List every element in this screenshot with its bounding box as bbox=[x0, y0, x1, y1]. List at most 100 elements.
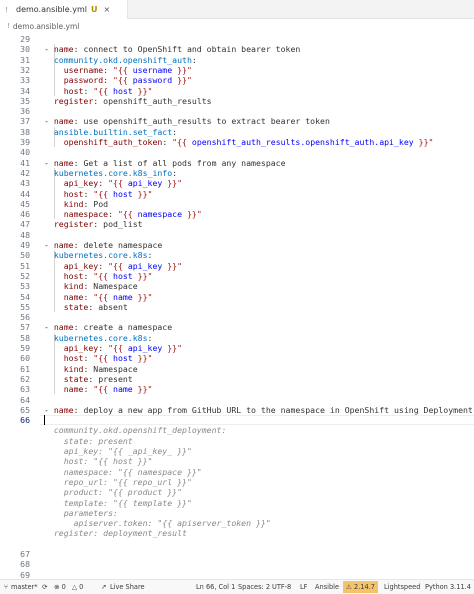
code-line[interactable]: 63 name: "{{ name }}" bbox=[0, 384, 474, 394]
code-line[interactable]: 57 - name: create a namespace bbox=[0, 322, 474, 332]
code-line[interactable]: 58 kubernetes.core.k8s: bbox=[0, 333, 474, 343]
code-token: : bbox=[73, 157, 84, 168]
sync-icon[interactable]: ⟳ bbox=[42, 580, 48, 594]
live-share-button[interactable]: Live Share bbox=[110, 580, 145, 594]
code-line[interactable]: 55 state: absent bbox=[0, 302, 474, 312]
code-line[interactable]: 48 bbox=[0, 230, 474, 240]
error-count[interactable]: ⊗ 0 bbox=[54, 580, 66, 594]
code-token: community.okd.openshift_auth bbox=[53, 54, 192, 65]
code-token: : bbox=[93, 95, 104, 106]
code-token: host bbox=[63, 188, 84, 199]
code-line[interactable]: 46 namespace: "{{ namespace }}" bbox=[0, 209, 474, 219]
code-line[interactable]: 52 host: "{{ host }}" bbox=[0, 271, 474, 281]
code-line[interactable]: 39 openshift_auth_token: "{{ openshift_a… bbox=[0, 137, 474, 147]
code-token: Namespace bbox=[93, 363, 138, 374]
code-line[interactable]: 41 - name: Get a list of all pods from an… bbox=[0, 158, 474, 168]
code-line[interactable]: 44 host: "{{ host }}" bbox=[0, 189, 474, 199]
code-token: : bbox=[172, 167, 178, 178]
code-token: }}" bbox=[132, 353, 153, 364]
end-of-line[interactable]: LF bbox=[300, 580, 307, 594]
code-line[interactable]: 59 api_key: "{{ api_key }}" bbox=[0, 343, 474, 353]
ghost-suggestion-line[interactable] bbox=[0, 539, 474, 549]
code-text: host: "{{ host }}" bbox=[44, 188, 153, 199]
code-token: "{{ bbox=[93, 353, 114, 364]
code-line[interactable]: 38 ansible.builtin.set_fact: bbox=[0, 127, 474, 137]
line-number: 39 bbox=[20, 137, 30, 147]
code-line[interactable]: 47 register: pod_list bbox=[0, 219, 474, 229]
code-line[interactable]: 49 - name: delete namespace bbox=[0, 240, 474, 250]
ghost-suggestion-line[interactable]: parameters: bbox=[0, 508, 474, 518]
code-line[interactable]: 64 bbox=[0, 395, 474, 405]
code-line[interactable]: 32 username: "{{ username }}" bbox=[0, 65, 474, 75]
line-number: 55 bbox=[20, 301, 30, 312]
breadcrumb-file[interactable]: demo.ansible.yml bbox=[13, 22, 80, 31]
ghost-suggestion-line[interactable]: template: "{{ template }}" bbox=[0, 498, 474, 508]
code-line[interactable]: 45 kind: Pod bbox=[0, 199, 474, 209]
code-line[interactable]: 42 kubernetes.core.k8s_info: bbox=[0, 168, 474, 178]
code-line[interactable]: 61 kind: Namespace bbox=[0, 364, 474, 374]
ghost-suggestion-line[interactable]: repo_url: "{{ repo_url }}" bbox=[0, 477, 474, 487]
line-number: 45 bbox=[20, 198, 30, 209]
code-line[interactable]: 56 bbox=[0, 312, 474, 322]
code-line[interactable]: 62 state: present bbox=[0, 374, 474, 384]
code-token: "{{ bbox=[93, 384, 114, 395]
ghost-suggestion-line[interactable]: apiserver.token: "{{ apiserver_token }}" bbox=[0, 518, 474, 528]
code-line[interactable]: 53 kind: Namespace bbox=[0, 281, 474, 291]
code-line[interactable]: 31 community.okd.openshift_auth: bbox=[0, 55, 474, 65]
ansible-version-badge[interactable]: ⚠ 2.14.7 bbox=[343, 581, 378, 593]
code-line[interactable]: 50 kubernetes.core.k8s: bbox=[0, 250, 474, 260]
python-interpreter[interactable]: Python 3.11.4 bbox=[425, 580, 471, 594]
code-line[interactable]: 35 register: openshift_auth_results bbox=[0, 96, 474, 106]
cursor-position[interactable]: Ln 66, Col 1 bbox=[196, 580, 235, 594]
line-number: 68 bbox=[20, 559, 30, 570]
code-editor[interactable]: 29 30 - name: connect to OpenShift and obt… bbox=[0, 33, 474, 590]
ghost-suggestion-line[interactable]: register: deployment_result bbox=[0, 528, 474, 538]
code-line[interactable]: 30 - name: connect to OpenShift and obtai… bbox=[0, 44, 474, 54]
ghost-suggestion-line[interactable]: namespace: "{{ namespace }}" bbox=[0, 467, 474, 477]
code-token: namespace bbox=[63, 209, 109, 220]
code-token: connect to OpenShift and obtain bearer t… bbox=[83, 44, 301, 55]
code-line[interactable]: 68 bbox=[0, 559, 474, 569]
code-line[interactable]: 34 host: "{{ host }}" bbox=[0, 86, 474, 96]
code-text: community.okd.openshift_auth: bbox=[44, 55, 197, 65]
ghost-suggestion-line[interactable]: state: present bbox=[0, 436, 474, 446]
ghost-suggestion-line[interactable]: api_key: "{{ _api_key_ }}" bbox=[0, 446, 474, 456]
ghost-suggestion-line[interactable]: host: "{{ host }}" bbox=[0, 456, 474, 466]
code-token: "{{ bbox=[93, 85, 114, 96]
ghost-suggestion-line[interactable]: product: "{{ product }}" bbox=[0, 487, 474, 497]
encoding[interactable]: UTF-8 bbox=[272, 580, 291, 594]
code-line[interactable]: 36 bbox=[0, 106, 474, 116]
tab-demo-ansible[interactable]: ! demo.ansible.yml U × bbox=[0, 0, 128, 19]
code-line[interactable]: 29 bbox=[0, 34, 474, 44]
code-line[interactable]: 40 bbox=[0, 147, 474, 157]
code-line[interactable]: 33 password: "{{ password }}" bbox=[0, 75, 474, 85]
code-token: }}" bbox=[162, 260, 183, 271]
warning-count[interactable]: △ 0 bbox=[72, 580, 83, 594]
code-line[interactable]: 65 - name: deploy a new app from GitHub U… bbox=[0, 405, 474, 415]
close-icon[interactable]: × bbox=[103, 5, 110, 14]
code-line[interactable]: 37 - name: use openshift_auth_results to … bbox=[0, 116, 474, 126]
code-line[interactable]: 66 bbox=[0, 415, 474, 425]
code-line[interactable]: 51 api_key: "{{ api_key }}" bbox=[0, 261, 474, 271]
code-token: state bbox=[63, 301, 89, 312]
code-line[interactable]: 43 api_key: "{{ api_key }}" bbox=[0, 178, 474, 188]
line-number: 67 bbox=[20, 549, 30, 559]
code-token: "{{ bbox=[108, 178, 128, 189]
code-token: password bbox=[132, 75, 173, 86]
code-line[interactable]: 67 bbox=[0, 549, 474, 559]
code-token: kubernetes.core.k8s bbox=[53, 332, 148, 343]
ghost-suggestion-line[interactable]: community.okd.openshift_deployment: bbox=[0, 425, 474, 435]
lightspeed-status[interactable]: Lightspeed bbox=[384, 580, 420, 594]
suggestion-token: namespace: "{{ namespace }}" bbox=[44, 466, 202, 477]
code-token: - bbox=[44, 44, 54, 55]
language-mode[interactable]: Ansible bbox=[315, 580, 339, 594]
code-token: state bbox=[63, 373, 89, 384]
code-line[interactable]: 60 host: "{{ host }}" bbox=[0, 353, 474, 363]
code-line[interactable]: 54 name: "{{ name }}" bbox=[0, 292, 474, 302]
indentation[interactable]: Spaces: 2 bbox=[238, 580, 270, 594]
code-token: : bbox=[88, 301, 99, 312]
branch-status[interactable]: master* bbox=[11, 580, 38, 594]
